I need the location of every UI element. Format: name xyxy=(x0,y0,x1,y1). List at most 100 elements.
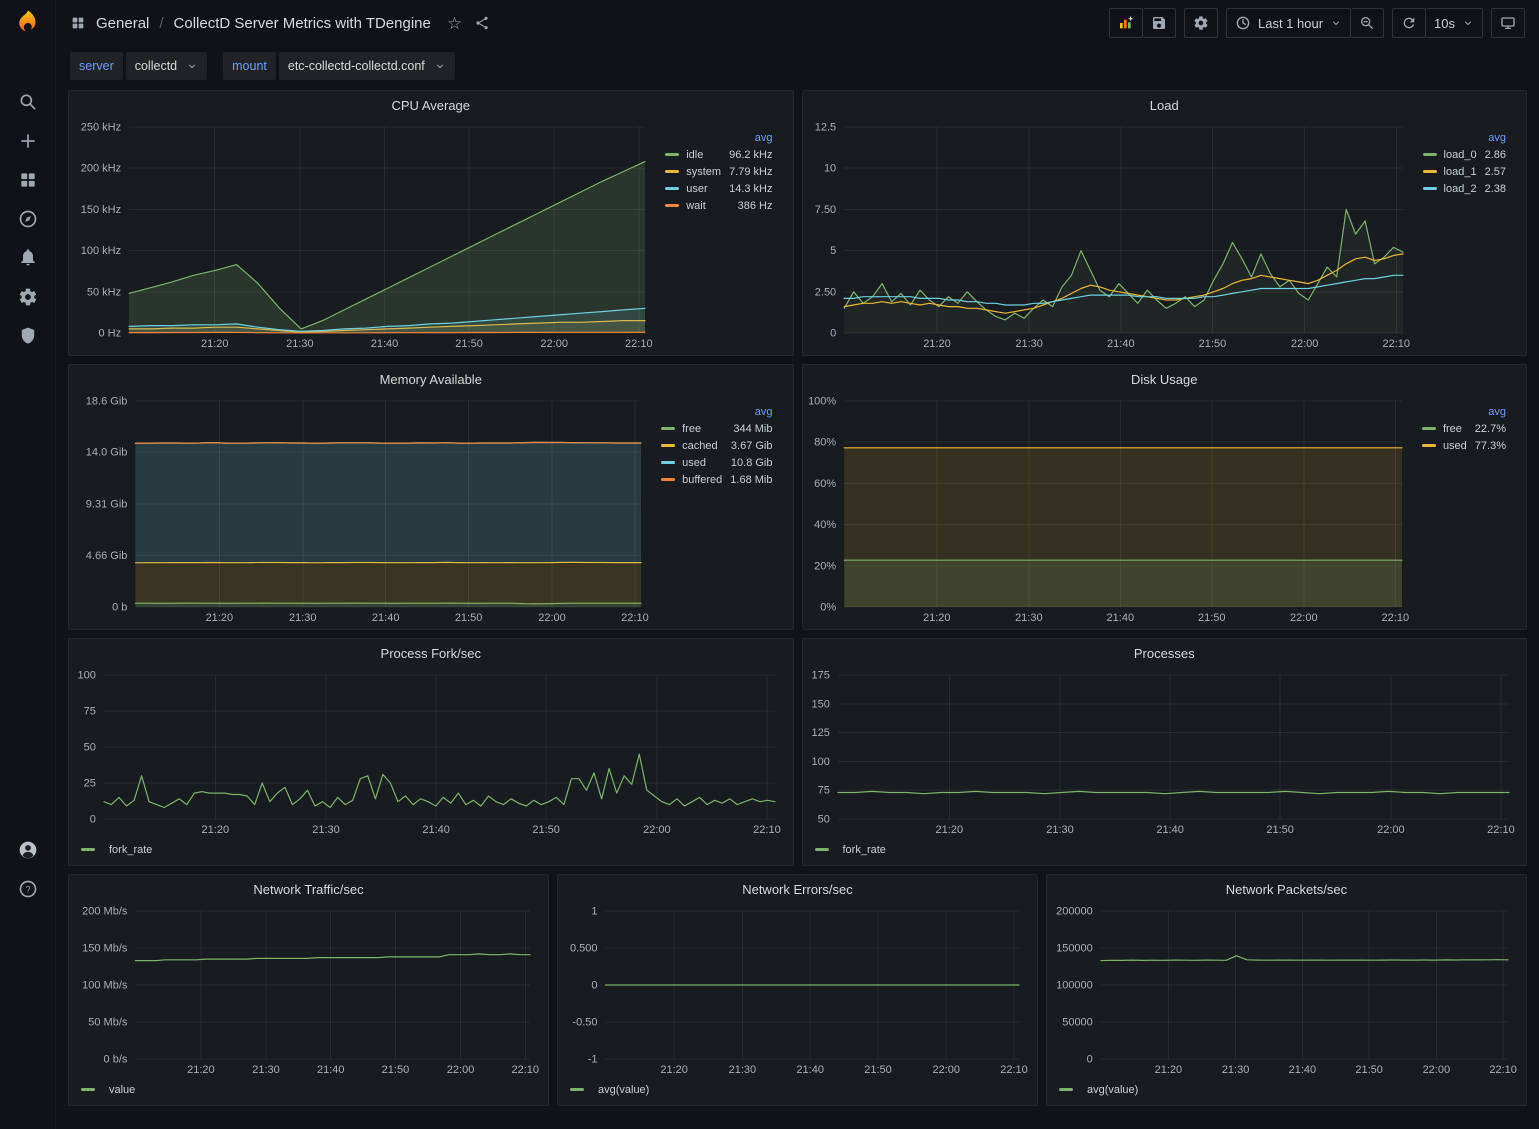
panel-title-memory-available[interactable]: Memory Available xyxy=(69,365,793,393)
legend-value: 3.67 Gib xyxy=(726,437,776,454)
avatar-icon xyxy=(18,840,38,860)
chart-svg-load[interactable]: 21:2021:3021:4021:5022:0022:1002.5057.50… xyxy=(809,119,1415,353)
svg-text:175: 175 xyxy=(811,670,829,682)
dashboard-grid-icon[interactable] xyxy=(70,15,86,31)
legend-series-free[interactable]: free xyxy=(682,423,701,435)
panel-title-network-errors-sec[interactable]: Network Errors/sec xyxy=(558,875,1037,903)
sidebar-item-profile[interactable] xyxy=(16,838,40,862)
legend-swatch xyxy=(1423,170,1437,173)
refresh-interval-dropdown[interactable]: 10s xyxy=(1426,8,1483,38)
chart-network-packets-sec[interactable]: 21:2021:3021:4021:5022:0022:100500001000… xyxy=(1053,903,1520,1079)
chart-svg-network-errors-sec[interactable]: 21:2021:3021:4021:5022:0022:10-1-0.5000.… xyxy=(564,903,1031,1079)
panel-title-disk-usage[interactable]: Disk Usage xyxy=(803,365,1527,393)
legend-series-system[interactable]: system xyxy=(686,166,721,178)
legend-series-load_2[interactable]: load_2 xyxy=(1444,183,1477,195)
legend-series-load_1[interactable]: load_1 xyxy=(1444,166,1477,178)
svg-text:100 Mb/s: 100 Mb/s xyxy=(82,980,128,992)
shield-icon xyxy=(18,326,38,346)
svg-text:0%: 0% xyxy=(820,602,836,614)
legend-series-used[interactable]: used xyxy=(682,457,706,469)
svg-text:21:30: 21:30 xyxy=(1046,824,1074,836)
refresh-interval-label: 10s xyxy=(1434,16,1455,31)
legend-series-idle[interactable]: idle xyxy=(686,149,703,161)
chart-svg-network-packets-sec[interactable]: 21:2021:3021:4021:5022:0022:100500001000… xyxy=(1053,903,1520,1079)
cycle-view-mode-button[interactable] xyxy=(1491,8,1525,38)
legend-series-cached[interactable]: cached xyxy=(682,440,717,452)
save-dashboard-button[interactable] xyxy=(1143,8,1176,38)
chart-cpu-average[interactable]: 21:2021:3021:4021:5022:0022:100 Hz50 kHz… xyxy=(75,119,657,353)
sidebar-item-explore[interactable] xyxy=(16,207,40,231)
legend-series-avg-value-[interactable]: avg(value) xyxy=(1087,1084,1138,1096)
grafana-logo[interactable] xyxy=(13,0,43,46)
breadcrumb-folder[interactable]: General xyxy=(96,15,149,32)
chart-process-fork-sec[interactable]: 21:2021:3021:4021:5022:0022:100255075100 xyxy=(75,667,787,839)
legend-series-load_0[interactable]: load_0 xyxy=(1444,149,1477,161)
chart-svg-network-traffic-sec[interactable]: 21:2021:3021:4021:5022:0022:100 b/s50 Mb… xyxy=(75,903,542,1079)
dashboard-toolbar: Last 1 hour 10s xyxy=(1109,8,1525,38)
add-panel-button[interactable] xyxy=(1109,8,1143,38)
chart-network-traffic-sec[interactable]: 21:2021:3021:4021:5022:0022:100 b/s50 Mb… xyxy=(75,903,542,1079)
chart-network-errors-sec[interactable]: 21:2021:3021:4021:5022:0022:10-1-0.5000.… xyxy=(564,903,1031,1079)
legend-series-buffered[interactable]: buffered xyxy=(682,474,722,486)
variable-value-dropdown[interactable]: collectd xyxy=(126,52,207,80)
time-range-picker[interactable]: Last 1 hour xyxy=(1226,8,1351,38)
legend-avg-header[interactable]: avg xyxy=(1471,403,1510,420)
svg-text:21:50: 21:50 xyxy=(455,338,483,350)
sidebar-item-configuration[interactable] xyxy=(16,285,40,309)
legend-process-fork-sec: fork_rate xyxy=(69,841,793,865)
legend-avg-header[interactable]: avg xyxy=(725,129,776,146)
legend-series-free[interactable]: free xyxy=(1443,423,1462,435)
svg-text:22:10: 22:10 xyxy=(1382,338,1410,350)
sidebar-item-create[interactable] xyxy=(16,129,40,153)
dashboard-settings-button[interactable] xyxy=(1184,8,1218,38)
legend-value: 14.3 kHz xyxy=(725,180,776,197)
variable-label: server xyxy=(70,52,123,80)
compass-icon xyxy=(18,209,38,229)
chart-processes[interactable]: 21:2021:3021:4021:5022:0022:105075100125… xyxy=(809,667,1521,839)
star-icon[interactable]: ☆ xyxy=(447,15,462,32)
legend-swatch xyxy=(1423,153,1437,156)
panel-title-processes[interactable]: Processes xyxy=(803,639,1527,667)
refresh-button[interactable] xyxy=(1392,8,1426,38)
variable-value-dropdown[interactable]: etc-collectd-collectd.conf xyxy=(279,52,455,80)
chart-load[interactable]: 21:2021:3021:4021:5022:0022:1002.5057.50… xyxy=(809,119,1415,353)
chart-disk-usage[interactable]: 21:2021:3021:4021:5022:0022:100%20%40%60… xyxy=(809,393,1414,627)
breadcrumb-title[interactable]: CollectD Server Metrics with TDengine xyxy=(174,15,431,32)
legend-series-user[interactable]: user xyxy=(686,183,707,195)
sidebar-item-help[interactable]: ? xyxy=(16,877,40,901)
legend-series-fork_rate[interactable]: fork_rate xyxy=(843,844,886,856)
legend-series-fork_rate[interactable]: fork_rate xyxy=(109,844,152,856)
svg-text:22:10: 22:10 xyxy=(1381,612,1409,624)
legend-series-value[interactable]: value xyxy=(109,1084,135,1096)
chart-svg-processes[interactable]: 21:2021:3021:4021:5022:0022:105075100125… xyxy=(809,667,1521,839)
chart-svg-disk-usage[interactable]: 21:2021:3021:4021:5022:0022:100%20%40%60… xyxy=(809,393,1414,627)
svg-text:50 Mb/s: 50 Mb/s xyxy=(88,1017,128,1029)
panel-title-cpu-average[interactable]: CPU Average xyxy=(69,91,793,119)
legend-avg-header[interactable]: avg xyxy=(726,403,776,420)
legend-swatch xyxy=(81,848,95,851)
chart-svg-process-fork-sec[interactable]: 21:2021:3021:4021:5022:0022:100255075100 xyxy=(75,667,787,839)
svg-text:21:50: 21:50 xyxy=(382,1064,410,1076)
chart-svg-memory-available[interactable]: 21:2021:3021:4021:5022:0022:100 b4.66 Gi… xyxy=(75,393,653,627)
svg-text:40%: 40% xyxy=(814,519,836,531)
panel-title-process-fork-sec[interactable]: Process Fork/sec xyxy=(69,639,793,667)
legend-avg-header[interactable]: avg xyxy=(1481,129,1510,146)
panel-title-load[interactable]: Load xyxy=(803,91,1527,119)
legend-swatch xyxy=(661,444,675,447)
svg-text:21:50: 21:50 xyxy=(1198,338,1226,350)
zoom-out-button[interactable] xyxy=(1351,8,1384,38)
legend-series-avg-value-[interactable]: avg(value) xyxy=(598,1084,649,1096)
panel-title-network-packets-sec[interactable]: Network Packets/sec xyxy=(1047,875,1526,903)
legend-series-wait[interactable]: wait xyxy=(686,200,706,212)
svg-text:0: 0 xyxy=(591,980,597,992)
chart-memory-available[interactable]: 21:2021:3021:4021:5022:0022:100 b4.66 Gi… xyxy=(75,393,653,627)
share-icon[interactable] xyxy=(474,15,490,31)
chart-svg-cpu-average[interactable]: 21:2021:3021:4021:5022:0022:100 Hz50 kHz… xyxy=(75,119,657,353)
panel-title-network-traffic-sec[interactable]: Network Traffic/sec xyxy=(69,875,548,903)
sidebar-item-search[interactable] xyxy=(16,90,40,114)
sidebar-item-dashboards[interactable] xyxy=(16,168,40,192)
sidebar-item-alerting[interactable] xyxy=(16,246,40,270)
svg-text:21:50: 21:50 xyxy=(1266,824,1294,836)
sidebar-item-server-admin[interactable] xyxy=(16,324,40,348)
legend-series-used[interactable]: used xyxy=(1443,440,1467,452)
